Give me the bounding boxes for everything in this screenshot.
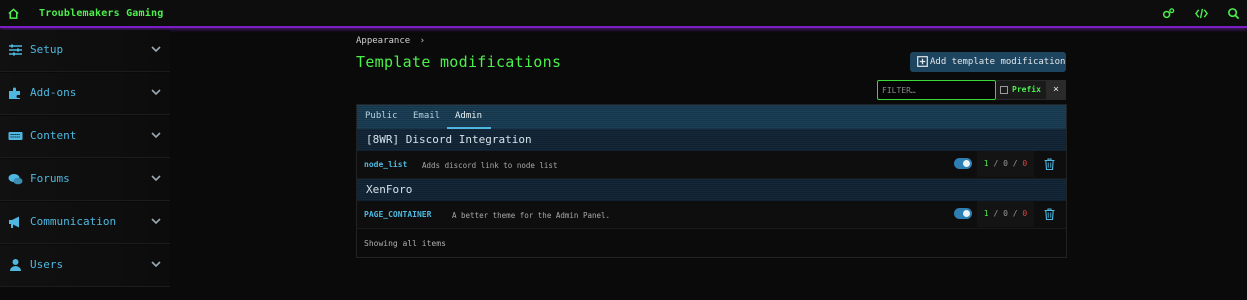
count-warn: 0	[1003, 209, 1008, 218]
sidebar-item-users[interactable]: Users	[0, 245, 170, 287]
chevron-down-icon	[151, 46, 161, 53]
prefix-label: Prefix	[1012, 85, 1041, 94]
add-template-modification-button[interactable]: Add template modification	[910, 52, 1066, 72]
tab-admin[interactable]: Admin	[455, 111, 482, 121]
count-ok: 1	[983, 159, 989, 168]
modification-key[interactable]: node_list	[364, 160, 407, 169]
bullhorn-icon	[9, 216, 19, 228]
list-footer-status: Showing all items	[364, 239, 446, 248]
breadcrumb-link-appearance[interactable]: Appearance	[356, 36, 410, 46]
status-counts: 1 / 0 / 0	[977, 151, 1034, 177]
plus-square-icon	[917, 56, 928, 67]
list-item[interactable]: node_list Adds discord link to node list…	[357, 151, 1066, 179]
trash-icon[interactable]	[1044, 158, 1055, 170]
modification-key[interactable]: PAGE_CONTAINER	[364, 210, 431, 219]
status-counts: 1 / 0 / 0	[977, 201, 1034, 227]
tab-email[interactable]: Email	[413, 111, 440, 121]
prefix-toggle[interactable]: Prefix	[996, 80, 1046, 100]
sidebar-item-label: Setup	[30, 43, 64, 56]
cogs-icon[interactable]	[1162, 7, 1175, 20]
chevron-down-icon	[151, 89, 161, 96]
count-fail: 0	[1022, 159, 1028, 168]
home-icon[interactable]	[7, 7, 20, 20]
keyboard-icon	[8, 132, 23, 140]
user-icon	[10, 259, 21, 271]
sidebar-item-label: Communication	[30, 215, 117, 228]
code-icon[interactable]	[1195, 7, 1208, 20]
sidebar-item-communication[interactable]: Communication	[0, 202, 170, 244]
search-icon[interactable]	[1227, 7, 1240, 20]
count-separator: /	[993, 209, 1004, 218]
template-modifications-panel: Public Email Admin [8WR] Discord Integra…	[356, 104, 1067, 258]
breadcrumb-separator: ›	[419, 36, 426, 46]
group-header: [8WR] Discord Integration	[357, 129, 1066, 151]
comments-icon	[8, 174, 23, 185]
count-separator: /	[1012, 209, 1023, 218]
admin-sidebar: Setup Add-ons Content Forums Communicati…	[0, 30, 170, 300]
chevron-down-icon	[151, 261, 161, 268]
clear-filter-button[interactable]: ×	[1046, 80, 1066, 100]
tab-bar: Public Email Admin	[357, 105, 1066, 129]
count-separator: /	[993, 159, 1004, 168]
enable-toggle[interactable]	[954, 208, 972, 219]
filter-input[interactable]	[877, 80, 996, 100]
count-fail: 0	[1022, 209, 1028, 218]
top-bar: Troublemakers Gaming	[0, 0, 1247, 28]
breadcrumb: Appearance ›	[356, 36, 425, 46]
count-ok: 1	[983, 209, 989, 218]
enable-toggle[interactable]	[954, 158, 972, 169]
puzzle-icon	[9, 87, 20, 99]
modification-description: Adds discord link to node list	[422, 161, 558, 170]
add-button-label: Add template modification	[930, 57, 1066, 67]
sidebar-item-setup[interactable]: Setup	[0, 30, 170, 72]
page-title: Template modifications	[356, 53, 562, 71]
prefix-checkbox[interactable]	[1000, 86, 1008, 94]
group-header: XenForo	[357, 179, 1066, 201]
sidebar-item-forums[interactable]: Forums	[0, 159, 170, 201]
sidebar-item-label: Users	[30, 258, 64, 271]
sidebar-item-label: Forums	[30, 172, 70, 185]
site-brand[interactable]: Troublemakers Gaming	[39, 8, 163, 19]
modification-description: A better theme for the Admin Panel.	[452, 211, 611, 220]
chevron-down-icon	[151, 132, 161, 139]
trash-icon[interactable]	[1044, 208, 1055, 220]
list-item[interactable]: PAGE_CONTAINER A better theme for the Ad…	[357, 201, 1066, 229]
sidebar-item-add-ons[interactable]: Add-ons	[0, 73, 170, 115]
group-title: XenForo	[366, 183, 413, 196]
sidebar-item-label: Add-ons	[30, 86, 77, 99]
sidebar-item-label: Content	[30, 129, 77, 142]
sliders-icon	[9, 44, 22, 56]
chevron-down-icon	[151, 218, 161, 225]
count-warn: 0	[1003, 159, 1008, 168]
count-separator: /	[1012, 159, 1023, 168]
sidebar-item-content[interactable]: Content	[0, 116, 170, 158]
chevron-down-icon	[151, 175, 161, 182]
tab-public[interactable]: Public	[365, 111, 398, 121]
group-title: [8WR] Discord Integration	[366, 133, 532, 146]
